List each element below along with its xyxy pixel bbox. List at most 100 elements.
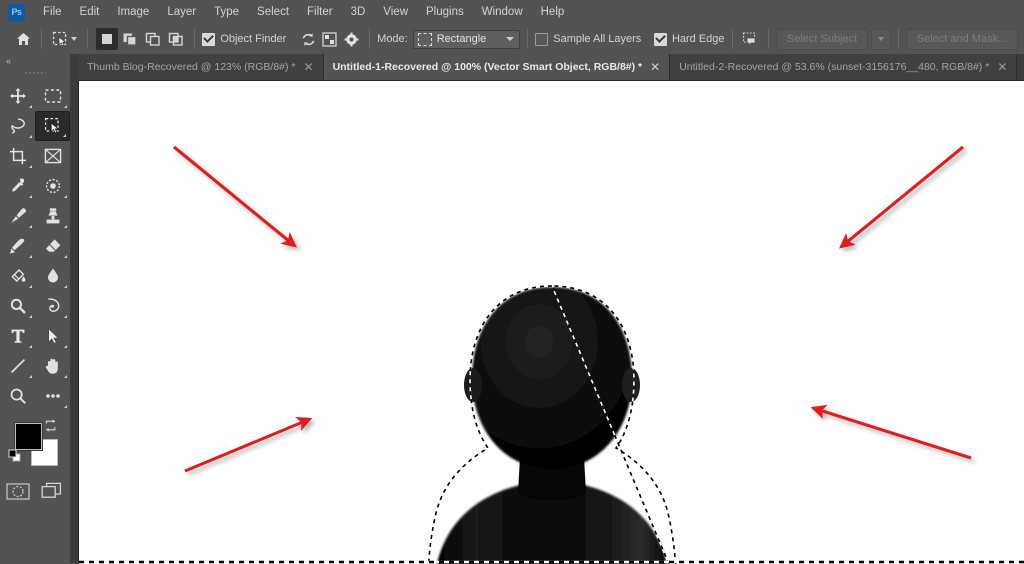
swap-colors-icon[interactable]: [44, 419, 57, 437]
history-brush-tool[interactable]: [0, 231, 35, 261]
rectangular-marquee-tool[interactable]: [35, 81, 70, 111]
options-divider: [731, 29, 733, 49]
zoom-tool[interactable]: [0, 381, 35, 411]
move-tool[interactable]: [0, 81, 35, 111]
select-and-mask-button[interactable]: Select and Mask...: [906, 28, 1019, 50]
chevron-down-icon: [506, 37, 515, 41]
show-overlay-button[interactable]: [319, 28, 341, 50]
frame-tool[interactable]: [35, 141, 70, 171]
select-subject-button[interactable]: Select Subject: [776, 28, 869, 50]
spot-healing-brush-tool[interactable]: [35, 171, 70, 201]
hand-tool[interactable]: [35, 351, 70, 381]
document-canvas[interactable]: [78, 80, 1024, 564]
lasso-tool[interactable]: [0, 111, 35, 141]
subtract-from-selection-button[interactable]: [142, 28, 164, 50]
menu-item-plugins[interactable]: Plugins: [417, 3, 473, 21]
dodge-tool[interactable]: [0, 291, 35, 321]
menu-item-window[interactable]: Window: [473, 3, 532, 21]
menu-item-layer[interactable]: Layer: [158, 3, 205, 21]
clone-stamp-tool[interactable]: [35, 201, 70, 231]
menu-bar: Ps File Edit Image Layer Type Select Fil…: [0, 0, 1024, 25]
sample-all-layers-label: Sample All Layers: [553, 33, 642, 45]
mode-value: Rectangle: [436, 33, 487, 45]
collapse-panel-icon[interactable]: «: [0, 54, 70, 68]
tool-grid: [0, 78, 70, 411]
gradient-tool[interactable]: [0, 261, 35, 291]
options-divider: [194, 29, 196, 49]
hard-edge-label: Hard Edge: [671, 33, 725, 45]
tools-panel: «: [0, 54, 71, 563]
options-divider: [86, 29, 88, 49]
object-selection-tool-icon: [52, 31, 69, 48]
sample-all-layers-checkbox[interactable]: Sample All Layers: [535, 32, 642, 46]
annotation-arrow-top-right: [839, 145, 964, 249]
options-divider: [40, 29, 42, 49]
menu-item-image[interactable]: Image: [108, 3, 158, 21]
document-tab-untitled-1[interactable]: Untitled-1-Recovered @ 100% (Vector Smar…: [323, 54, 671, 80]
eraser-tool[interactable]: [35, 231, 70, 261]
tool-preset-picker[interactable]: [49, 28, 80, 50]
default-colors-icon[interactable]: [8, 449, 21, 467]
hard-edge-checkbox[interactable]: Hard Edge: [653, 32, 725, 46]
annotation-arrow-top-left: [173, 145, 297, 248]
document-tab-untitled-2[interactable]: Untitled-2-Recovered @ 53.6% (sunset-315…: [670, 54, 1018, 80]
annotation-arrow-bottom-left: [184, 416, 313, 473]
document-tab-bar: Thumb Blog-Recovered @ 123% (RGB/8#) * ✕…: [0, 54, 1024, 80]
close-icon[interactable]: ✕: [997, 61, 1007, 73]
options-divider: [369, 29, 371, 49]
crop-tool[interactable]: [0, 141, 35, 171]
pen-tool[interactable]: [35, 291, 70, 321]
brush-tool[interactable]: [0, 201, 35, 231]
settings-button[interactable]: [341, 28, 363, 50]
tab-title: Untitled-2-Recovered @ 53.6% (sunset-315…: [679, 61, 990, 73]
menu-item-help[interactable]: Help: [532, 3, 574, 21]
photoshop-window: Ps File Edit Image Layer Type Select Fil…: [0, 0, 1024, 564]
menu-item-3d[interactable]: 3D: [342, 3, 375, 21]
menu-item-edit[interactable]: Edit: [71, 3, 109, 21]
document-tab-thumb-blog[interactable]: Thumb Blog-Recovered @ 123% (RGB/8#) * ✕: [78, 54, 324, 80]
foreground-color-swatch[interactable]: [15, 423, 42, 450]
line-tool[interactable]: [0, 351, 35, 381]
checkbox-box: [535, 32, 549, 46]
chevron-down-icon: [70, 37, 77, 41]
checkbox-box: [653, 32, 667, 46]
subject-silhouette: [427, 285, 677, 564]
blur-tool[interactable]: [35, 261, 70, 291]
mode-select[interactable]: Rectangle: [412, 29, 521, 49]
menu-item-filter[interactable]: Filter: [298, 3, 342, 21]
tab-title: Untitled-1-Recovered @ 100% (Vector Smar…: [332, 61, 643, 73]
path-selection-tool[interactable]: [35, 321, 70, 351]
eyedropper-tool[interactable]: [0, 171, 35, 201]
panel-grip[interactable]: [0, 68, 70, 78]
selection-mode-group: [96, 28, 187, 50]
object-selection-tool[interactable]: [35, 111, 70, 141]
photoshop-logo-icon[interactable]: Ps: [8, 3, 25, 21]
add-to-selection-button[interactable]: [119, 28, 141, 50]
object-finder-checkbox[interactable]: Object Finder: [202, 32, 287, 46]
menu-item-file[interactable]: File: [34, 3, 71, 21]
menu-item-view[interactable]: View: [374, 3, 417, 21]
selection-feedback-button[interactable]: [739, 28, 761, 50]
intersect-with-selection-button[interactable]: [165, 28, 187, 50]
type-tool[interactable]: [0, 321, 35, 351]
object-finder-label: Object Finder: [220, 33, 287, 45]
refresh-button[interactable]: [297, 28, 319, 50]
quick-mask-button[interactable]: [0, 477, 35, 505]
menu-item-select[interactable]: Select: [248, 3, 298, 21]
selection-bottom-edge: [79, 560, 1024, 564]
menu-item-type[interactable]: Type: [205, 3, 248, 21]
close-icon[interactable]: ✕: [650, 61, 660, 73]
options-divider: [768, 29, 770, 49]
new-selection-button[interactable]: [96, 28, 119, 50]
checkbox-box: [202, 32, 216, 46]
color-swatches: [0, 417, 70, 473]
mode-label: Mode:: [377, 33, 408, 45]
toolbar-bottom-buttons: [0, 473, 70, 505]
canvas-area: [70, 80, 1024, 564]
rectangular-marquee-icon: [417, 32, 432, 46]
close-icon[interactable]: ✕: [304, 61, 314, 73]
select-subject-dropdown-button[interactable]: [871, 28, 892, 50]
screen-mode-button[interactable]: [35, 477, 70, 505]
edit-toolbar-tool[interactable]: [35, 381, 70, 411]
home-button[interactable]: [14, 28, 34, 50]
